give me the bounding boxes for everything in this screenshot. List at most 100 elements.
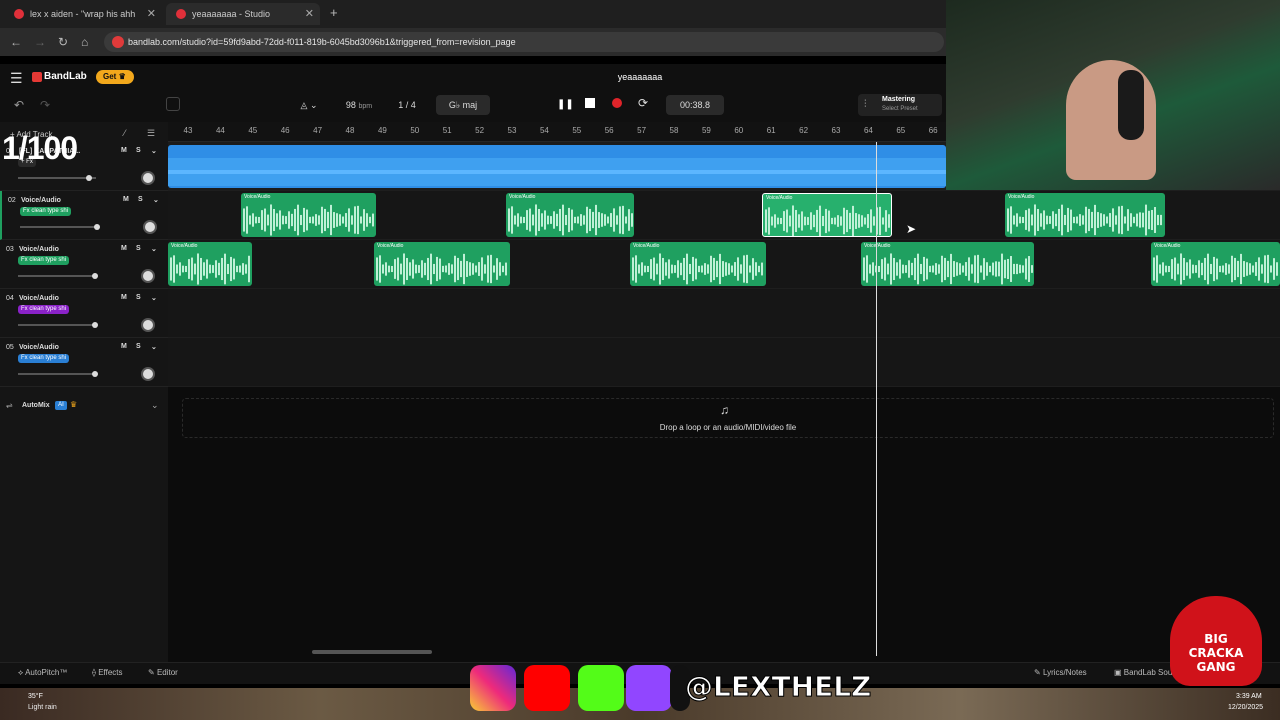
- pause-icon[interactable]: ❚❚: [557, 99, 574, 110]
- lane-track-02[interactable]: Voice/Audio Voice/Audio Voice/Audio Voice/A…: [168, 191, 1280, 240]
- track-name[interactable]: Voice/Audio: [19, 344, 59, 351]
- volume-knob[interactable]: [92, 273, 98, 279]
- track-header-03[interactable]: 03 Voice/Audio Fx clean type shi M S ⌄: [0, 240, 168, 289]
- volume-slider[interactable]: [18, 273, 98, 279]
- get-button[interactable]: Get ♛: [96, 70, 134, 84]
- audio-clip[interactable]: Voice/Audio: [168, 242, 252, 286]
- audio-clip[interactable]: Voice/Audio: [1151, 242, 1280, 286]
- pan-dial[interactable]: [141, 171, 155, 185]
- metronome-button[interactable]: ◬ ⌄: [288, 95, 330, 115]
- clip-label: Voice/Audio: [1008, 194, 1035, 200]
- menu-icon[interactable]: ☰: [10, 70, 23, 87]
- editor-button[interactable]: ✎ Editor: [148, 668, 178, 677]
- autopitch-icon: ⟡: [18, 668, 24, 677]
- horizontal-scrollbar[interactable]: [312, 650, 432, 654]
- mute-button[interactable]: M: [121, 343, 127, 350]
- pan-dial[interactable]: [143, 220, 157, 234]
- wand-icon[interactable]: ⁄: [124, 128, 126, 138]
- solo-button[interactable]: S: [136, 147, 141, 154]
- tab-lex-x-aiden[interactable]: lex x aiden - "wrap his ahh ✕: [4, 3, 162, 25]
- volume-slider[interactable]: [18, 371, 98, 377]
- solo-button[interactable]: S: [136, 245, 141, 252]
- key-field[interactable]: G♭ maj: [436, 95, 490, 115]
- track-name[interactable]: Voice/Audio: [19, 295, 59, 302]
- mastering-button[interactable]: ⫶ Mastering Select Preset: [858, 94, 942, 116]
- track-header-04[interactable]: 04 Voice/Audio Fx clean type shi M S ⌄: [0, 289, 168, 338]
- back-icon[interactable]: ←: [10, 35, 22, 49]
- effects-button[interactable]: ⟠ Effects: [92, 668, 123, 677]
- time-signature-field[interactable]: 1 / 4: [386, 95, 428, 115]
- site-info-icon[interactable]: [112, 36, 124, 48]
- home-icon[interactable]: ⌂: [81, 35, 88, 49]
- track-header-05[interactable]: 05 Voice/Audio Fx clean type shi M S ⌄: [0, 338, 168, 387]
- audio-clip[interactable]: Voice/Audio: [241, 193, 376, 237]
- track-settings-icon[interactable]: ☰: [147, 128, 155, 139]
- track-name[interactable]: Voice/Audio: [21, 197, 61, 204]
- audio-clip[interactable]: Voice/Audio: [506, 193, 634, 237]
- audio-clip-beat[interactable]: [168, 145, 946, 188]
- volume-knob[interactable]: [92, 322, 98, 328]
- track-fx-preset[interactable]: Fx clean type shi: [18, 305, 70, 314]
- twitch-icon: [626, 665, 672, 711]
- tab-studio[interactable]: yeaaaaaaa - Studio ✕: [166, 3, 320, 25]
- pan-dial[interactable]: [141, 318, 155, 332]
- lane-track-03[interactable]: Voice/Audio Voice/Audio Voice/Audio Voice/A…: [168, 240, 1280, 289]
- autopitch-button[interactable]: ⟡ AutoPitch™: [18, 668, 67, 678]
- volume-knob[interactable]: [92, 371, 98, 377]
- bpm-field[interactable]: 98 bpm: [334, 95, 384, 115]
- record-icon[interactable]: [612, 98, 622, 108]
- close-tab-icon[interactable]: ✕: [305, 3, 314, 25]
- pan-dial[interactable]: [141, 367, 155, 381]
- volume-slider[interactable]: [18, 175, 96, 181]
- automix-row[interactable]: ⇌ AutoMix AI ♛ ⌄: [0, 398, 168, 414]
- mute-button[interactable]: M: [121, 147, 127, 154]
- audio-clip[interactable]: Voice/Audio: [762, 193, 892, 237]
- volume-slider[interactable]: [20, 224, 100, 230]
- lyrics-notes-button[interactable]: ✎ Lyrics/Notes: [1034, 668, 1087, 677]
- chevron-down-icon[interactable]: ⌄: [153, 196, 159, 204]
- volume-slider[interactable]: [18, 322, 98, 328]
- mixer-toggle-icon[interactable]: [166, 97, 180, 111]
- clip-label: Voice/Audio: [509, 194, 536, 200]
- volume-knob[interactable]: [94, 224, 100, 230]
- lane-track-05[interactable]: [168, 338, 1280, 387]
- playhead[interactable]: [876, 142, 877, 656]
- undo-icon[interactable]: ↶: [14, 98, 24, 112]
- pan-dial[interactable]: [141, 269, 155, 283]
- audio-clip[interactable]: Voice/Audio: [1005, 193, 1165, 237]
- ruler-bar-number: 43: [183, 126, 193, 135]
- solo-button[interactable]: S: [138, 196, 143, 203]
- new-tab-button[interactable]: +: [330, 5, 338, 20]
- volume-knob[interactable]: [86, 175, 92, 181]
- drop-zone[interactable]: ♫ Drop a loop or an audio/MIDI/video fil…: [182, 398, 1274, 438]
- loop-icon[interactable]: ⟳: [638, 96, 648, 110]
- mute-button[interactable]: M: [121, 245, 127, 252]
- audio-clip[interactable]: Voice/Audio: [630, 242, 766, 286]
- redo-icon[interactable]: ↷: [40, 98, 50, 112]
- audio-clip[interactable]: Voice/Audio: [374, 242, 510, 286]
- chevron-down-icon[interactable]: ⌄: [151, 245, 157, 253]
- track-header-02[interactable]: 02 Voice/Audio Fx clean type shi M S ⌄: [0, 191, 168, 240]
- youtube-icon: [524, 665, 570, 711]
- project-title[interactable]: yeaaaaaaa: [540, 72, 740, 82]
- chevron-down-icon[interactable]: ⌄: [151, 400, 159, 411]
- lane-track-04[interactable]: [168, 289, 1280, 338]
- brand-name[interactable]: BandLab: [44, 71, 87, 82]
- solo-button[interactable]: S: [136, 343, 141, 350]
- chevron-down-icon[interactable]: ⌄: [151, 294, 157, 302]
- url-input[interactable]: bandlab.com/studio?id=59fd9abd-72dd-f011…: [104, 32, 944, 52]
- stop-icon[interactable]: [585, 98, 595, 108]
- mute-button[interactable]: M: [121, 294, 127, 301]
- chevron-down-icon[interactable]: ⌄: [151, 343, 157, 351]
- track-fx-preset[interactable]: Fx clean type shi: [20, 207, 72, 216]
- audio-clip[interactable]: Voice/Audio: [861, 242, 1034, 286]
- solo-button[interactable]: S: [136, 294, 141, 301]
- mute-button[interactable]: M: [123, 196, 129, 203]
- close-tab-icon[interactable]: ✕: [147, 3, 156, 25]
- track-fx-preset[interactable]: Fx clean type shi: [18, 256, 70, 265]
- track-fx-preset[interactable]: Fx clean type shi: [18, 354, 70, 363]
- track-name[interactable]: Voice/Audio: [19, 246, 59, 253]
- forward-icon[interactable]: →: [34, 35, 46, 49]
- chevron-down-icon[interactable]: ⌄: [151, 147, 157, 155]
- reload-icon[interactable]: ↻: [58, 35, 68, 49]
